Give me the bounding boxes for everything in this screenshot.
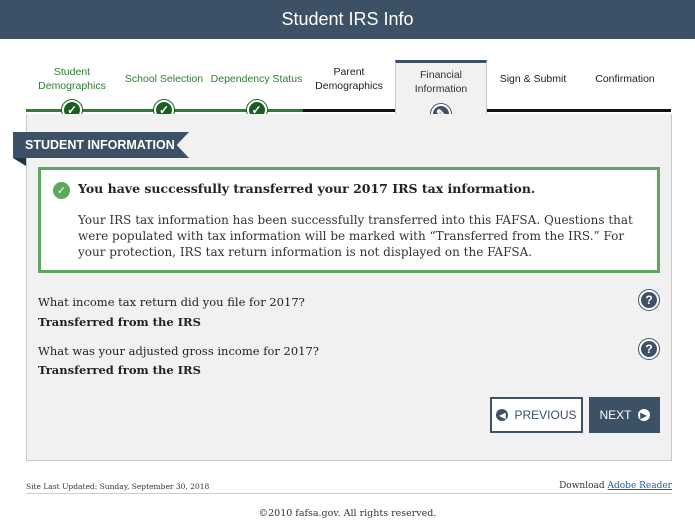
alert-title: You have successfully transferred your 2… bbox=[78, 181, 536, 196]
section-banner: STUDENT INFORMATION bbox=[13, 132, 189, 158]
step-confirmation[interactable]: Confirmation bbox=[579, 60, 671, 114]
page-title: Student IRS Info bbox=[281, 9, 414, 29]
adobe-reader-link[interactable]: Adobe Reader bbox=[608, 481, 673, 491]
step-label: Financial Information bbox=[414, 69, 468, 95]
step-label: School Selection bbox=[124, 73, 204, 85]
step-label: Student Demographics bbox=[38, 66, 106, 92]
download-label: Download bbox=[559, 481, 605, 491]
banner-fold bbox=[13, 158, 26, 166]
next-label: NEXT bbox=[599, 408, 632, 422]
step-bar bbox=[303, 109, 395, 112]
arrow-left-icon: ◀ bbox=[496, 409, 509, 421]
question-answer: Transferred from the IRS bbox=[38, 315, 201, 329]
site-updated: Site Last Updated: Sunday, September 30,… bbox=[26, 482, 210, 491]
question-icon[interactable]: ? bbox=[639, 290, 659, 310]
arrow-right-icon: ▶ bbox=[637, 409, 650, 421]
step-label: Sign & Submit bbox=[499, 73, 567, 85]
next-button[interactable]: NEXT ▶ bbox=[589, 397, 660, 433]
step-financial-information[interactable]: Financial Information ✎ bbox=[395, 60, 487, 124]
footer-divider bbox=[26, 493, 672, 494]
step-label: Parent Demographics bbox=[315, 66, 383, 92]
progress-steps: Student Demographics ✓ School Selection … bbox=[26, 60, 671, 124]
alert-body: Your IRS tax information has been succes… bbox=[78, 213, 633, 259]
step-label: Confirmation bbox=[595, 73, 655, 85]
success-alert: ✓ You have successfully transferred your… bbox=[38, 167, 660, 273]
step-sign-submit[interactable]: Sign & Submit bbox=[487, 60, 579, 114]
step-label: Dependency Status bbox=[210, 73, 303, 85]
checkmark-icon: ✓ bbox=[53, 182, 70, 199]
step-dependency-status[interactable]: Dependency Status ✓ bbox=[210, 60, 303, 120]
step-school-selection[interactable]: School Selection ✓ bbox=[118, 60, 210, 120]
question-label: What income tax return did you file for … bbox=[38, 295, 305, 309]
step-bar bbox=[487, 109, 579, 112]
download-area: Download Adobe Reader bbox=[559, 481, 672, 491]
section-title: STUDENT INFORMATION bbox=[25, 138, 175, 152]
question-label: What was your adjusted gross income for … bbox=[38, 344, 319, 358]
question-icon[interactable]: ? bbox=[639, 339, 659, 359]
step-bar bbox=[579, 109, 671, 112]
page-header: Student IRS Info bbox=[0, 0, 695, 39]
previous-label: PREVIOUS bbox=[514, 408, 577, 422]
previous-button[interactable]: ◀ PREVIOUS bbox=[490, 397, 583, 433]
copyright: ©2010 fafsa.gov. All rights reserved. bbox=[258, 508, 437, 519]
step-parent-demographics[interactable]: Parent Demographics bbox=[303, 60, 395, 114]
step-student-demographics[interactable]: Student Demographics ✓ bbox=[26, 60, 118, 120]
question-answer: Transferred from the IRS bbox=[38, 363, 201, 377]
